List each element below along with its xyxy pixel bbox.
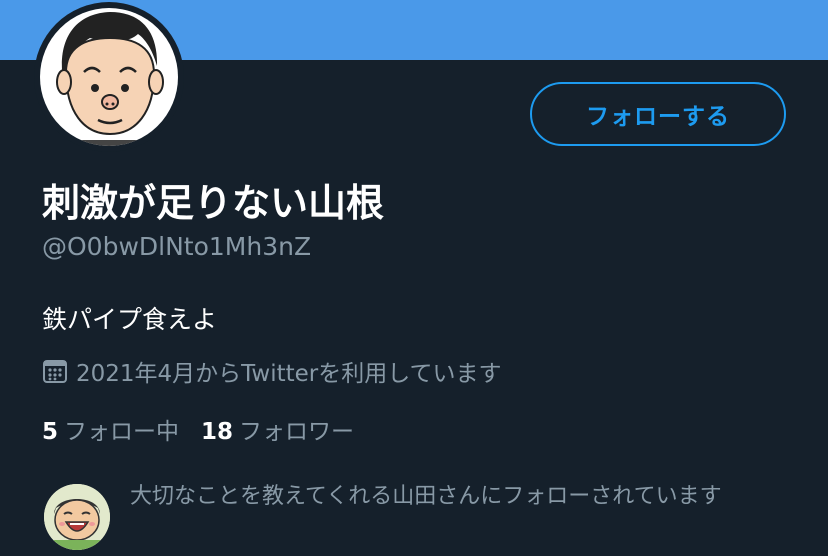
handle: @O0bwDlNto1Mh3nZ — [42, 232, 312, 261]
followers-count: 18 — [201, 419, 234, 445]
follow-button[interactable]: フォローする — [530, 82, 786, 146]
profile-stats: 5 フォロー中 18 フォロワー — [42, 412, 354, 446]
joined-date: 2021年4月からTwitterを利用しています — [42, 354, 502, 388]
following-count: 5 — [42, 419, 59, 445]
follower-avatar — [44, 484, 110, 550]
display-name: 刺激が足りない山根 — [42, 181, 385, 225]
smiling-cartoon-avatar-icon — [44, 484, 110, 550]
joined-text: 2021年4月からTwitterを利用しています — [76, 361, 502, 387]
following-label: フォロー中 — [64, 419, 180, 445]
followers-label: フォロワー — [239, 419, 355, 445]
cartoon-face-avatar-icon — [40, 8, 178, 146]
calendar-icon — [42, 358, 68, 384]
followed-by-text: 大切なことを教えてくれる山田さんにフォローされています — [130, 484, 722, 509]
following-link[interactable]: 5 フォロー中 — [42, 412, 179, 446]
followers-link[interactable]: 18 フォロワー — [201, 412, 354, 446]
profile-avatar[interactable] — [34, 2, 184, 152]
bio: 鉄パイプ食えよ — [42, 305, 218, 334]
